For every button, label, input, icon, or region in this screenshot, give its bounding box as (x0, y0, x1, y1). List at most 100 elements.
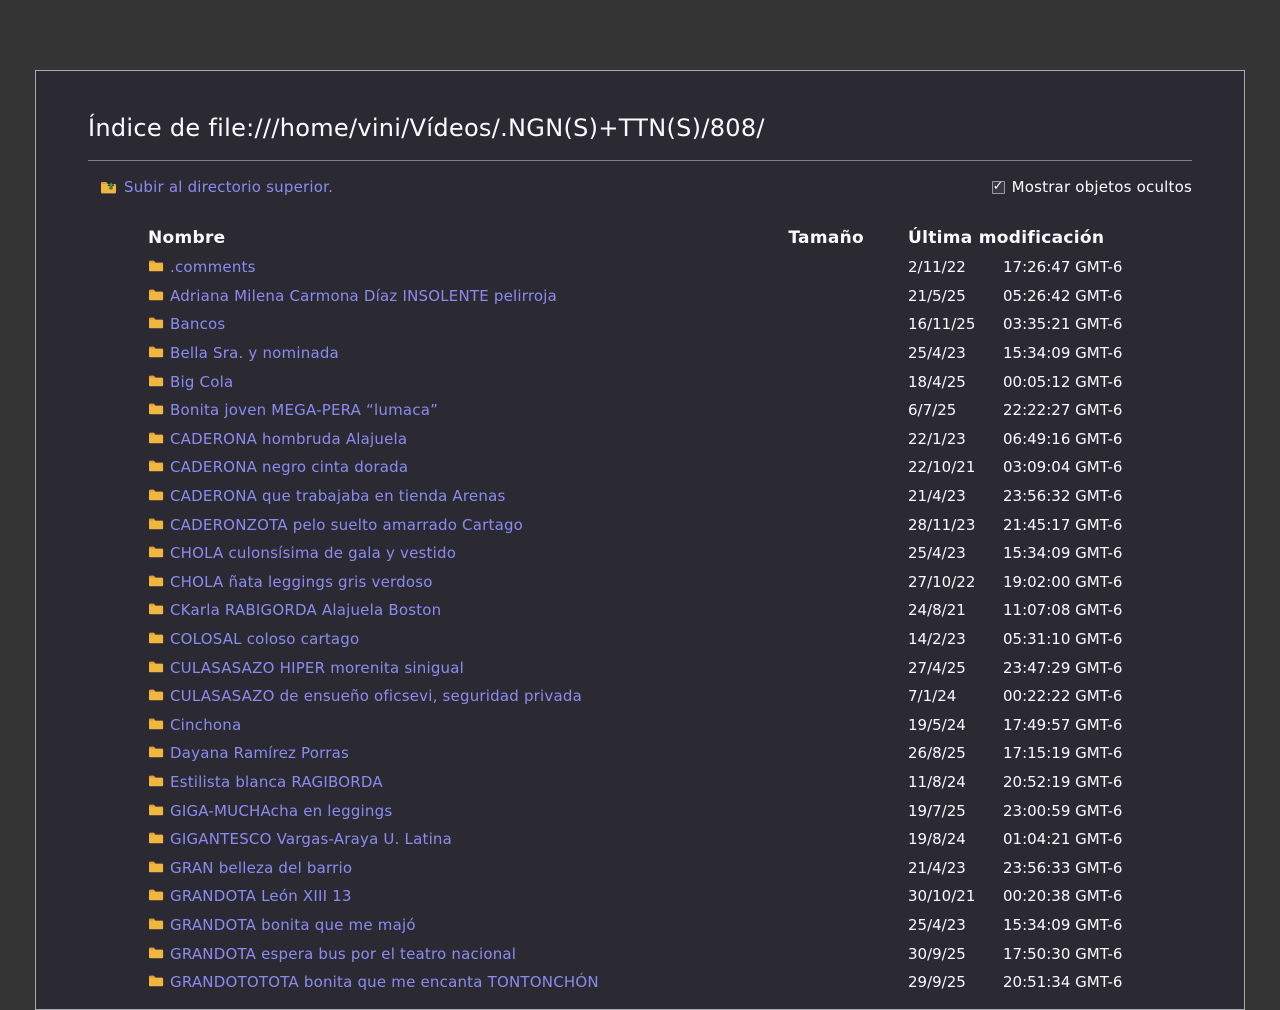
table-row: CKarla RABIGORDA Alajuela Boston 24/8/21… (148, 596, 1192, 625)
table-row: CADERONZOTA pelo suelto amarrado Cartago… (148, 510, 1192, 539)
folder-icon (148, 573, 164, 591)
folder-icon (148, 716, 164, 734)
folder-name: CADERONA que trabajaba en tienda Arenas (170, 487, 505, 505)
cell-time: 15:34:09 GMT-6 (1003, 916, 1192, 934)
table-row: Cinchona 19/5/24 17:49:57 GMT-6 (148, 711, 1192, 740)
table-row: .comments 2/11/22 17:26:47 GMT-6 (148, 253, 1192, 282)
cell-date: 25/4/23 (864, 344, 1003, 362)
cell-time: 05:26:42 GMT-6 (1003, 287, 1192, 305)
folder-icon (148, 916, 164, 934)
folder-icon (148, 373, 164, 391)
folder-link[interactable]: Dayana Ramírez Porras (148, 744, 349, 762)
cell-date: 21/5/25 (864, 287, 1003, 305)
up-directory-link[interactable]: Subir al directorio superior. (100, 178, 333, 196)
directory-index-page: Índice de file:///home/vini/Vídeos/.NGN(… (35, 70, 1245, 1010)
folder-link[interactable]: CHOLA ñata leggings gris verdoso (148, 573, 433, 591)
cell-time: 00:22:22 GMT-6 (1003, 687, 1192, 705)
folder-link[interactable]: GRAN belleza del barrio (148, 859, 352, 877)
folder-link[interactable]: .comments (148, 258, 256, 276)
folder-icon (148, 859, 164, 877)
cell-time: 23:56:32 GMT-6 (1003, 487, 1192, 505)
folder-link[interactable]: Cinchona (148, 716, 241, 734)
folder-link[interactable]: CKarla RABIGORDA Alajuela Boston (148, 601, 441, 619)
folder-icon (148, 659, 164, 677)
folder-icon (148, 315, 164, 333)
folder-link[interactable]: CADERONA hombruda Alajuela (148, 430, 407, 448)
folder-name: GRANDOTA espera bus por el teatro nacion… (170, 945, 516, 963)
cell-time: 00:05:12 GMT-6 (1003, 373, 1192, 391)
folder-link[interactable]: Bonita joven MEGA-PERA “lumaca” (148, 401, 438, 419)
cell-date: 27/4/25 (864, 659, 1003, 677)
column-header-name: Nombre (148, 228, 776, 248)
folder-name: CADERONA negro cinta dorada (170, 458, 408, 476)
table-row: GRANDOTA espera bus por el teatro nacion… (148, 939, 1192, 968)
cell-time: 03:09:04 GMT-6 (1003, 458, 1192, 476)
cell-time: 01:04:21 GMT-6 (1003, 830, 1192, 848)
cell-time: 15:34:09 GMT-6 (1003, 344, 1192, 362)
cell-date: 19/7/25 (864, 802, 1003, 820)
cell-date: 21/4/23 (864, 487, 1003, 505)
cell-date: 14/2/23 (864, 630, 1003, 648)
folder-link[interactable]: GIGA-MUCHAcha en leggings (148, 802, 392, 820)
folder-icon (148, 344, 164, 362)
folder-name: CADERONA hombruda Alajuela (170, 430, 407, 448)
folder-name: .comments (170, 258, 256, 276)
cell-date: 26/8/25 (864, 744, 1003, 762)
cell-time: 19:02:00 GMT-6 (1003, 573, 1192, 591)
up-directory-label: Subir al directorio superior. (124, 178, 333, 196)
show-hidden-label: Mostrar objetos ocultos (1012, 178, 1192, 196)
cell-date: 6/7/25 (864, 401, 1003, 419)
folder-name: GIGA-MUCHAcha en leggings (170, 802, 392, 820)
folder-link[interactable]: CHOLA culonsísima de gala y vestido (148, 544, 456, 562)
folder-link[interactable]: GIGANTESCO Vargas-Araya U. Latina (148, 830, 452, 848)
show-hidden-checkbox[interactable] (992, 181, 1005, 194)
folder-name: CULASASAZO de ensueño oficsevi, segurida… (170, 687, 582, 705)
cell-date: 19/8/24 (864, 830, 1003, 848)
folder-link[interactable]: Adriana Milena Carmona Díaz INSOLENTE pe… (148, 287, 557, 305)
folder-icon (148, 401, 164, 419)
folder-link[interactable]: COLOSAL coloso cartago (148, 630, 359, 648)
table-row: CHOLA culonsísima de gala y vestido 25/4… (148, 539, 1192, 568)
folder-name: Adriana Milena Carmona Díaz INSOLENTE pe… (170, 287, 557, 305)
file-listing: Nombre Tamaño Última modificación .comme… (148, 223, 1192, 996)
table-row: CHOLA ñata leggings gris verdoso 27/10/2… (148, 568, 1192, 597)
page-title: Índice de file:///home/vini/Vídeos/.NGN(… (88, 111, 1192, 161)
show-hidden-control: Mostrar objetos ocultos (992, 178, 1192, 196)
cell-time: 17:49:57 GMT-6 (1003, 716, 1192, 734)
cell-date: 28/11/23 (864, 516, 1003, 534)
table-row: Bella Sra. y nominada 25/4/23 15:34:09 G… (148, 339, 1192, 368)
table-row: GRANDOTA León XIII 13 30/10/21 00:20:38 … (148, 882, 1192, 911)
folder-link[interactable]: CADERONZOTA pelo suelto amarrado Cartago (148, 516, 523, 534)
folder-name: GRAN belleza del barrio (170, 859, 352, 877)
folder-link[interactable]: CADERONA negro cinta dorada (148, 458, 408, 476)
folder-link[interactable]: GRANDOTA espera bus por el teatro nacion… (148, 945, 516, 963)
folder-link[interactable]: Estilista blanca RAGIBORDA (148, 773, 383, 791)
cell-date: 22/10/21 (864, 458, 1003, 476)
table-row: CULASASAZO HIPER morenita sinigual 27/4/… (148, 653, 1192, 682)
cell-time: 03:35:21 GMT-6 (1003, 315, 1192, 333)
folder-link[interactable]: GRANDOTA León XIII 13 (148, 887, 352, 905)
cell-date: 7/1/24 (864, 687, 1003, 705)
cell-time: 20:52:19 GMT-6 (1003, 773, 1192, 791)
cell-date: 22/1/23 (864, 430, 1003, 448)
listing-rows: .comments 2/11/22 17:26:47 GMT-6 Adriana… (148, 253, 1192, 996)
cell-date: 21/4/23 (864, 859, 1003, 877)
folder-link[interactable]: Bella Sra. y nominada (148, 344, 339, 362)
table-row: Bonita joven MEGA-PERA “lumaca” 6/7/25 2… (148, 396, 1192, 425)
folder-link[interactable]: CADERONA que trabajaba en tienda Arenas (148, 487, 505, 505)
folder-icon (148, 887, 164, 905)
cell-date: 16/11/25 (864, 315, 1003, 333)
cell-date: 27/10/22 (864, 573, 1003, 591)
table-row: Adriana Milena Carmona Díaz INSOLENTE pe… (148, 282, 1192, 311)
folder-link[interactable]: Big Cola (148, 373, 233, 391)
folder-link[interactable]: CULASASAZO de ensueño oficsevi, segurida… (148, 687, 582, 705)
table-row: CADERONA negro cinta dorada 22/10/21 03:… (148, 453, 1192, 482)
folder-link[interactable]: GRANDOTA bonita que me majó (148, 916, 416, 934)
table-row: COLOSAL coloso cartago 14/2/23 05:31:10 … (148, 625, 1192, 654)
folder-link[interactable]: Bancos (148, 315, 225, 333)
table-row: GRANDOTOTOTA bonita que me encanta TONTO… (148, 968, 1192, 997)
folder-name: Bella Sra. y nominada (170, 344, 339, 362)
folder-link[interactable]: CULASASAZO HIPER morenita sinigual (148, 659, 464, 677)
folder-name: GIGANTESCO Vargas-Araya U. Latina (170, 830, 452, 848)
cell-time: 23:56:33 GMT-6 (1003, 859, 1192, 877)
